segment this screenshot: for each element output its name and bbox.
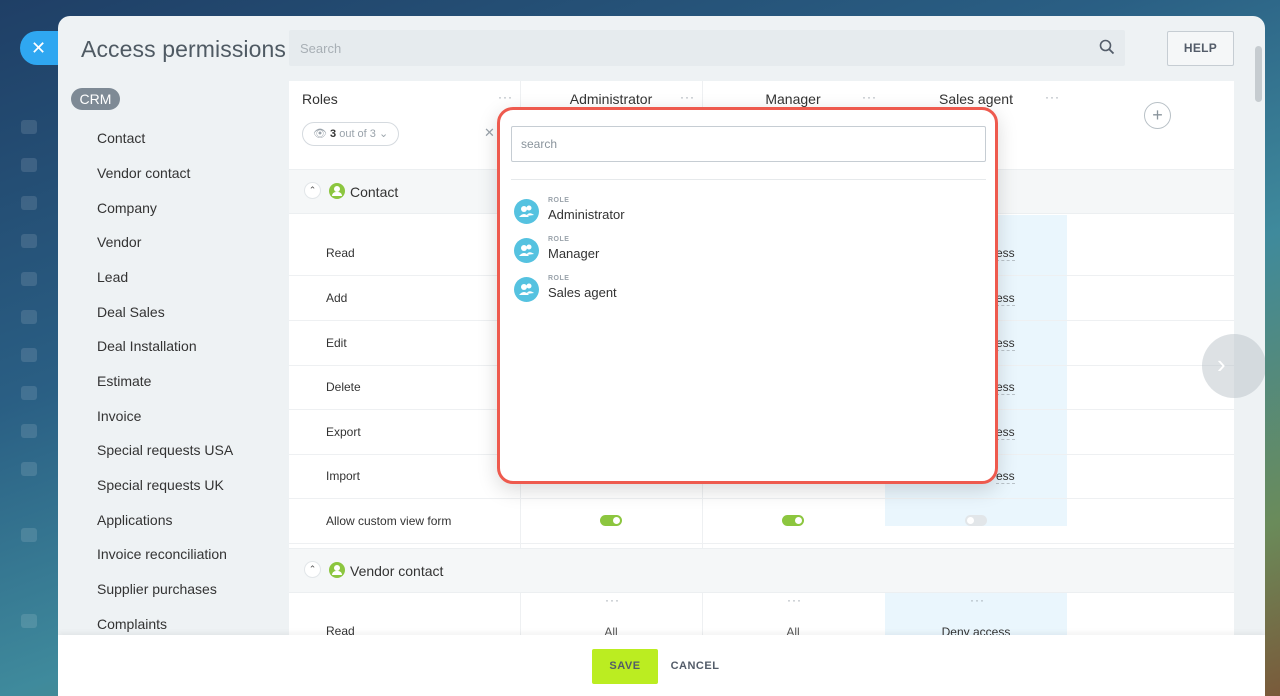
collapse-icon[interactable]: ⌃: [304, 561, 321, 578]
column-header-sales-agent: Sales agent: [939, 91, 1013, 107]
help-button[interactable]: HELP: [1167, 31, 1234, 66]
rail-icon: [21, 272, 37, 286]
sidebar-item-vendor-contact[interactable]: Vendor contact: [97, 165, 190, 181]
close-icon: ✕: [31, 38, 47, 58]
role-search-input[interactable]: [512, 127, 985, 161]
contact-icon: [329, 562, 345, 578]
role-selector-popup: ROLE Administrator ROLE Manager ROLE Sal…: [497, 107, 998, 484]
toggle-manager[interactable]: [782, 515, 804, 526]
rail-icon: [21, 158, 37, 172]
sidebar-item-invoice-reconciliation[interactable]: Invoice reconciliation: [97, 546, 227, 562]
table-row: Allow custom view form: [289, 499, 1234, 544]
administrator-menu-icon[interactable]: ···: [680, 90, 695, 104]
rail-icon: [21, 348, 37, 362]
contact-icon: [329, 183, 345, 199]
sidebar-item-deal-installation[interactable]: Deal Installation: [97, 338, 197, 354]
roles-menu-icon[interactable]: ···: [498, 90, 513, 104]
section-vendor-contact: ⌃ Vendor contact: [289, 548, 1234, 593]
sidebar-item-lead[interactable]: Lead: [97, 269, 128, 285]
add-role-button[interactable]: +: [1144, 102, 1171, 129]
eye-icon: 👁: [313, 128, 327, 140]
scrollbar[interactable]: [1255, 46, 1262, 102]
sidebar-item-estimate[interactable]: Estimate: [97, 373, 151, 389]
chevron-down-icon: ⌄: [378, 128, 389, 140]
rail-icon: [21, 310, 37, 324]
sidebar-item-deal-sales[interactable]: Deal Sales: [97, 304, 165, 320]
column-header-administrator: Administrator: [569, 91, 653, 107]
sidebar-item-contact[interactable]: Contact: [97, 130, 145, 146]
search-bar: [289, 30, 1125, 66]
rail-icon: [21, 528, 37, 542]
manager-menu-icon[interactable]: ···: [862, 90, 877, 104]
role-group-icon: [514, 238, 539, 263]
roles-counter[interactable]: 👁 3 out of 3 ⌄: [302, 122, 400, 146]
role-option-sales-agent[interactable]: ROLE Sales agent: [514, 274, 984, 308]
search-input[interactable]: [289, 30, 1125, 66]
next-arrow-button[interactable]: ›: [1202, 334, 1265, 398]
sidebar-item-special-requests-uk[interactable]: Special requests UK: [97, 477, 224, 493]
section-title: Vendor contact: [350, 563, 444, 579]
column-menu-icon[interactable]: ···: [605, 593, 620, 607]
sidebar-item-vendor[interactable]: Vendor: [97, 234, 141, 250]
role-option-administrator[interactable]: ROLE Administrator: [514, 196, 984, 230]
rail-icon: [21, 120, 37, 134]
section-title: Contact: [350, 184, 399, 200]
sidebar-group-crm[interactable]: CRM: [71, 88, 120, 110]
divider: [511, 179, 986, 180]
save-button[interactable]: SAVE: [592, 649, 658, 684]
column-header-manager: Manager: [765, 91, 821, 107]
footer: SAVE CANCEL: [58, 635, 1265, 696]
toggle-administrator[interactable]: [600, 515, 622, 526]
toggle-sales-agent[interactable]: [965, 515, 987, 526]
clear-filter-icon[interactable]: ✕: [484, 125, 495, 141]
close-button[interactable]: ✕: [20, 31, 60, 65]
roles-header: Roles: [302, 91, 338, 107]
rail-icon: [21, 234, 37, 248]
popup-search: [511, 126, 986, 162]
page-title: Access permissions: [81, 36, 287, 62]
role-option-manager[interactable]: ROLE Manager: [514, 235, 984, 269]
column-menu-icon[interactable]: ···: [787, 593, 802, 607]
rail-icon: [21, 462, 37, 476]
rail-icon: [21, 196, 37, 210]
sidebar-item-special-requests-usa[interactable]: Special requests USA: [97, 442, 233, 458]
sidebar-item-applications[interactable]: Applications: [97, 512, 173, 528]
search-icon[interactable]: [1099, 39, 1115, 60]
left-rail: [0, 0, 58, 696]
collapse-icon[interactable]: ⌃: [304, 182, 321, 199]
sidebar-item-complaints[interactable]: Complaints: [97, 616, 167, 632]
cancel-button[interactable]: CANCEL: [670, 649, 720, 684]
sidebar-item-supplier-purchases[interactable]: Supplier purchases: [97, 581, 217, 597]
sales-agent-menu-icon[interactable]: ···: [1045, 90, 1060, 104]
rail-icon: [21, 424, 37, 438]
sidebar-item-invoice[interactable]: Invoice: [97, 408, 141, 424]
sidebar-item-company[interactable]: Company: [97, 200, 157, 216]
rail-icon: [21, 614, 37, 628]
column-menu-icon[interactable]: ···: [970, 593, 985, 607]
chevron-right-icon: ›: [1217, 349, 1226, 379]
role-group-icon: [514, 199, 539, 224]
role-group-icon: [514, 277, 539, 302]
rail-icon: [21, 386, 37, 400]
